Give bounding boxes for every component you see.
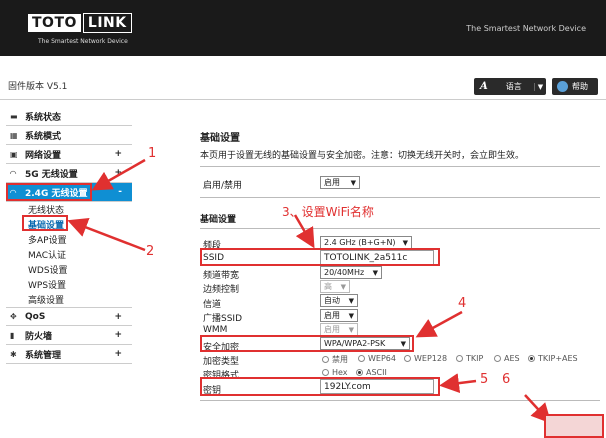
arrow-5 [439, 373, 477, 394]
arrow-2 [67, 218, 146, 252]
annotation-2: 2 [146, 244, 155, 259]
arrow-1 [91, 158, 146, 191]
annotation-5: 5 [480, 372, 489, 387]
annotation-4: 4 [458, 296, 467, 311]
arrow-4 [415, 310, 463, 338]
annotation-1: 1 [148, 146, 157, 161]
annotation-3: 3、设置WiFi名称 [282, 205, 374, 219]
annotation-6: 6 [502, 372, 511, 387]
save-button-partial[interactable] [544, 414, 604, 438]
